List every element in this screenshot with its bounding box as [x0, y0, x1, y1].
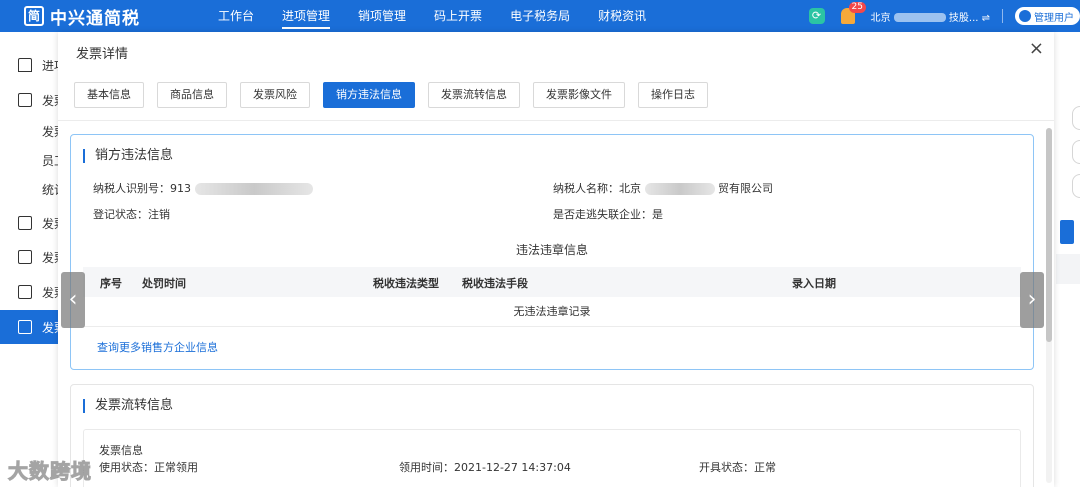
invoice-flow-card: 发票流转信息 发票信息 使用状态：正常领用 领用时间：2021-12-27 14…: [70, 384, 1034, 487]
col-violation-type: 税收违法类型: [373, 277, 439, 290]
violation-table-header: 序号 处罚时间 税收违法类型 税收违法手段 录入日期: [83, 267, 1021, 297]
redacted-mask: [644, 183, 715, 195]
section-title: 发票流转信息: [83, 399, 173, 413]
use-status-label: 使用状态：: [99, 461, 154, 474]
company-suffix: 技股... ⇌: [948, 12, 990, 24]
registration-status-label: 登记状态：: [93, 208, 148, 221]
nav-tax-news[interactable]: 财税资讯: [598, 0, 646, 32]
grid-icon: [18, 250, 32, 264]
bg-control: [1072, 106, 1080, 130]
bg-control: [1072, 174, 1080, 198]
abnormal-enterprise-field: 是否走逃失联企业：是: [553, 206, 663, 222]
scrollbar-thumb[interactable]: [1046, 128, 1052, 342]
bg-strip: [1056, 254, 1080, 284]
tab-seller-violation[interactable]: 销方违法信息: [323, 82, 415, 108]
violation-subtitle: 违法违章信息: [515, 243, 588, 257]
tab-invoice-flow[interactable]: 发票流转信息: [428, 82, 520, 108]
col-index: 序号: [100, 277, 122, 290]
section-title: 销方违法信息: [83, 149, 173, 163]
nav-workbench[interactable]: 工作台: [218, 0, 254, 32]
divider: [58, 120, 1054, 121]
abnormal-enterprise-value: 是: [652, 208, 663, 221]
home-icon: [18, 58, 32, 72]
col-penalty-time: 处罚时间: [142, 277, 186, 290]
user-icon: [1019, 10, 1031, 22]
search-doc-icon: [18, 285, 32, 299]
taxpayer-id-value: 913: [170, 182, 191, 195]
header-right: ⟳ 25 北京 技股... ⇌ 管理用户: [808, 0, 1080, 32]
check-icon: [18, 216, 32, 230]
taxpayer-name-label: 纳税人名称：: [553, 182, 619, 195]
tab-invoice-images[interactable]: 发票影像文件: [533, 82, 625, 108]
use-time-label: 领用时间：: [399, 461, 454, 474]
col-entry-date: 录入日期: [792, 277, 836, 290]
tab-basic-info[interactable]: 基本信息: [74, 82, 144, 108]
abnormal-enterprise-label: 是否走逃失联企业：: [553, 208, 652, 221]
taxpayer-id-label: 纳税人识别号：: [93, 182, 170, 195]
redacted-mask: [194, 183, 313, 195]
bg-blue-button: [1060, 220, 1074, 244]
use-time-value: 2021-12-27 14:37:04: [454, 461, 571, 474]
bg-control: [1072, 140, 1080, 164]
modal-title: 发票详情: [76, 47, 129, 62]
issue-status-field: 开具状态：正常: [699, 459, 776, 475]
registration-status-field: 登记状态：注销: [93, 206, 170, 222]
taxpayer-name-suffix: 贸有限公司: [718, 182, 773, 195]
user-menu[interactable]: 管理用户: [1015, 7, 1080, 25]
close-icon[interactable]: ×: [1029, 38, 1044, 59]
taxpayer-id-field: 纳税人识别号：913: [93, 180, 313, 196]
col-violation-means: 税收违法手段: [462, 277, 528, 290]
tab-goods-info[interactable]: 商品信息: [157, 82, 227, 108]
tab-invoice-risk[interactable]: 发票风险: [240, 82, 310, 108]
table-empty-row: 无违法违章记录: [83, 297, 1021, 327]
registration-status-value: 注销: [148, 208, 170, 221]
prev-arrow-icon[interactable]: ‹: [61, 272, 85, 328]
watermark: 大数跨境: [8, 459, 92, 484]
modal-scrollbar[interactable]: [1046, 128, 1052, 483]
nav-output-management[interactable]: 销项管理: [358, 0, 406, 32]
refresh-icon[interactable]: ⟳: [808, 8, 825, 24]
seller-violation-card: 销方违法信息 纳税人识别号：913 纳税人名称：北京 贸有限公司 登记状态：注销…: [70, 134, 1034, 370]
use-status-value: 正常领用: [154, 461, 198, 474]
chart-icon: [18, 320, 32, 334]
main-nav: 工作台 进项管理 销项管理 码上开票 电子税务局 财税资讯: [218, 0, 674, 32]
detail-tabs: 基本信息 商品信息 发票风险 销方违法信息 发票流转信息 发票影像文件 操作日志: [74, 82, 721, 108]
company-switcher[interactable]: 北京 技股... ⇌: [871, 9, 990, 24]
app-title: 中兴通简税: [50, 8, 140, 29]
invoice-info-box: 发票信息 使用状态：正常领用 领用时间：2021-12-27 14:37:04 …: [83, 429, 1021, 487]
tab-operation-log[interactable]: 操作日志: [638, 82, 708, 108]
divider: [1002, 9, 1003, 23]
issue-status-label: 开具状态：: [699, 461, 754, 474]
issue-status-value: 正常: [754, 461, 776, 474]
use-status-field: 使用状态：正常领用: [99, 459, 198, 475]
use-time-field: 领用时间：2021-12-27 14:37:04: [399, 459, 571, 475]
invoice-detail-modal: 发票详情 × 基本信息 商品信息 发票风险 销方违法信息 发票流转信息 发票影像…: [58, 32, 1054, 487]
edit-icon: [18, 93, 32, 107]
top-navbar: 简 中兴通简税 工作台 进项管理 销项管理 码上开票 电子税务局 财税资讯 ⟳ …: [0, 0, 1080, 32]
logo-icon: 简: [24, 6, 44, 26]
invoice-info-subheader: 发票信息: [99, 444, 143, 457]
nav-e-tax-bureau[interactable]: 电子税务局: [510, 0, 570, 32]
notification-badge: 25: [848, 2, 866, 13]
company-prefix: 北京: [870, 12, 891, 24]
more-seller-info-link[interactable]: 查询更多销售方企业信息: [97, 339, 218, 355]
taxpayer-name-field: 纳税人名称：北京 贸有限公司: [553, 180, 773, 196]
redacted-mask: [893, 13, 946, 22]
nav-input-management[interactable]: 进项管理: [282, 0, 331, 32]
user-label: 管理用户: [1034, 12, 1074, 24]
app-logo[interactable]: 简 中兴通简税: [24, 4, 184, 29]
taxpayer-name-prefix: 北京: [619, 182, 641, 195]
nav-quick-invoicing[interactable]: 码上开票: [434, 0, 482, 32]
bell-icon[interactable]: 25: [840, 2, 866, 24]
next-arrow-icon[interactable]: ›: [1020, 272, 1044, 328]
